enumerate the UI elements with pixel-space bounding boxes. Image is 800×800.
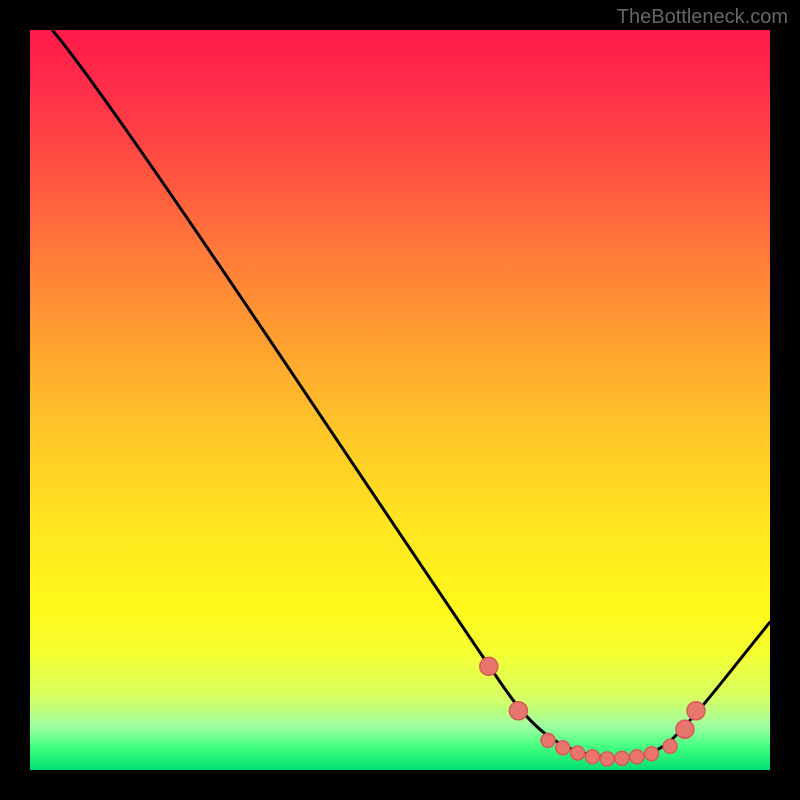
chart-marker (645, 747, 659, 761)
chart-marker (480, 657, 498, 675)
chart-marker (585, 750, 599, 764)
chart-marker (687, 702, 705, 720)
chart-marker (509, 702, 527, 720)
chart-marker (600, 752, 614, 766)
chart-marker (571, 746, 585, 760)
chart-marker (556, 741, 570, 755)
chart-marker (615, 751, 629, 765)
chart-svg (30, 30, 770, 770)
bottleneck-curve-line (52, 30, 770, 757)
chart-marker (676, 720, 694, 738)
chart-marker (663, 739, 677, 753)
chart-marker (630, 750, 644, 764)
watermark-text: TheBottleneck.com (617, 6, 788, 29)
chart-markers-group (480, 657, 705, 766)
chart-plot-area (30, 30, 770, 770)
chart-marker (541, 733, 555, 747)
